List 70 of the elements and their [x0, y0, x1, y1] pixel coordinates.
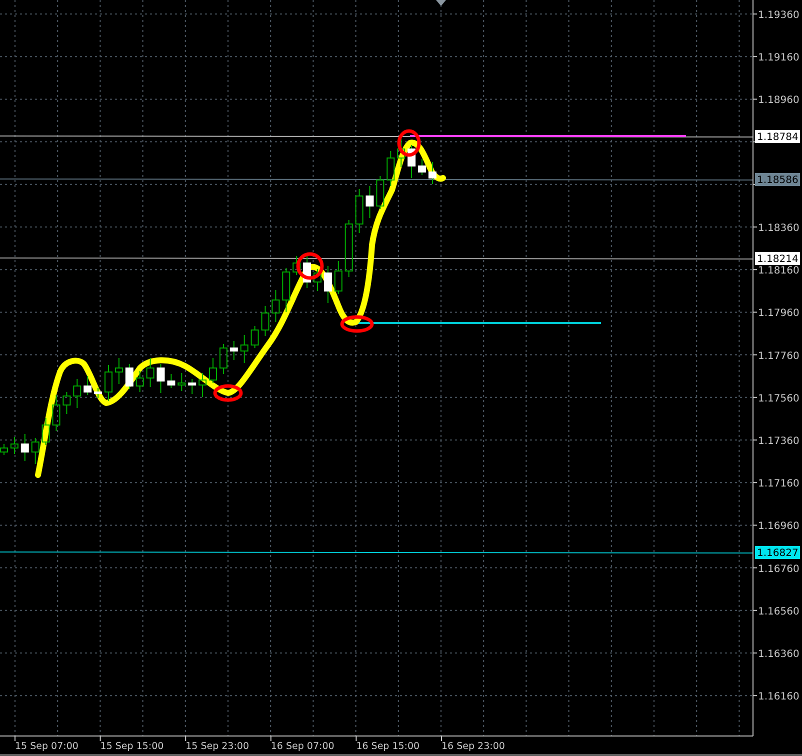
price-label: 1.18360	[758, 223, 800, 234]
price-label: 1.17960	[758, 308, 800, 320]
candlestick	[292, 256, 301, 276]
candlestick	[73, 378, 82, 408]
price-label: 1.16960	[758, 521, 800, 532]
candlestick	[136, 370, 144, 392]
candlestick	[428, 162, 436, 184]
candlestick	[386, 150, 395, 186]
time-label: 16 Sep 23:00	[442, 741, 505, 752]
candlestick	[282, 268, 290, 312]
candlestick	[240, 334, 248, 364]
candlestick	[397, 138, 406, 168]
candlestick	[42, 418, 50, 446]
price-label: 1.17360	[758, 436, 800, 447]
price-tag: 1.16827	[755, 546, 800, 559]
circle-mark	[213, 384, 243, 402]
price-label: 1.16560	[758, 606, 800, 618]
candlestick	[31, 438, 40, 464]
candlestick	[366, 186, 374, 218]
candlestick	[94, 388, 102, 398]
price-label: 1.16360	[758, 649, 800, 660]
price-label: 1.18960	[758, 95, 800, 106]
candlestick	[188, 378, 196, 394]
circle-mark	[397, 129, 421, 157]
price-label: 1.17160	[758, 478, 800, 490]
candlestick	[10, 436, 18, 454]
candlestick	[104, 364, 112, 402]
price-tag: 1.18784	[755, 130, 800, 143]
price-label: 1.19160	[758, 52, 800, 64]
candlestick	[62, 392, 71, 414]
candlestick	[84, 376, 92, 396]
candlestick	[20, 434, 29, 462]
candlestick	[250, 326, 259, 348]
candlestick	[314, 268, 322, 292]
candlestick	[198, 372, 207, 398]
candlestick	[355, 188, 364, 234]
price-label: 1.17560	[758, 393, 800, 404]
candlestick	[156, 364, 165, 394]
price-tag: 1.18586	[755, 173, 800, 186]
candlestick	[272, 290, 280, 322]
candlestick	[167, 374, 176, 388]
candlestick	[230, 340, 238, 360]
price-tag: 1.18214	[755, 252, 800, 265]
candlestick	[209, 358, 217, 384]
price-label: 1.17760	[758, 350, 800, 362]
candlestick	[334, 260, 342, 294]
price-label: 1.16760	[758, 564, 800, 575]
candlestick	[324, 266, 332, 304]
candlestick	[0, 444, 8, 456]
candlestick	[114, 358, 123, 384]
circle-mark	[296, 252, 324, 280]
candlestick	[219, 344, 228, 374]
time-label: 15 Sep 07:00	[15, 741, 78, 752]
candlestick	[125, 364, 134, 390]
time-label: 16 Sep 07:00	[270, 741, 334, 752]
candlestick	[52, 394, 60, 432]
candlestick	[178, 372, 186, 392]
time-label: 15 Sep 15:00	[100, 741, 164, 752]
candlestick	[261, 306, 270, 336]
price-label: 1.16160	[758, 692, 800, 703]
price-label: 1.18160	[758, 266, 800, 277]
time-label: 15 Sep 23:00	[186, 741, 250, 752]
time-label: 16 Sep 15:00	[356, 741, 420, 752]
candlestick	[344, 220, 353, 278]
candlestick	[408, 144, 416, 178]
price-label: 1.19360	[758, 10, 800, 21]
circle-mark	[340, 315, 374, 333]
candlestick	[146, 358, 154, 388]
candlestick	[418, 158, 426, 176]
candlestick	[376, 176, 384, 210]
